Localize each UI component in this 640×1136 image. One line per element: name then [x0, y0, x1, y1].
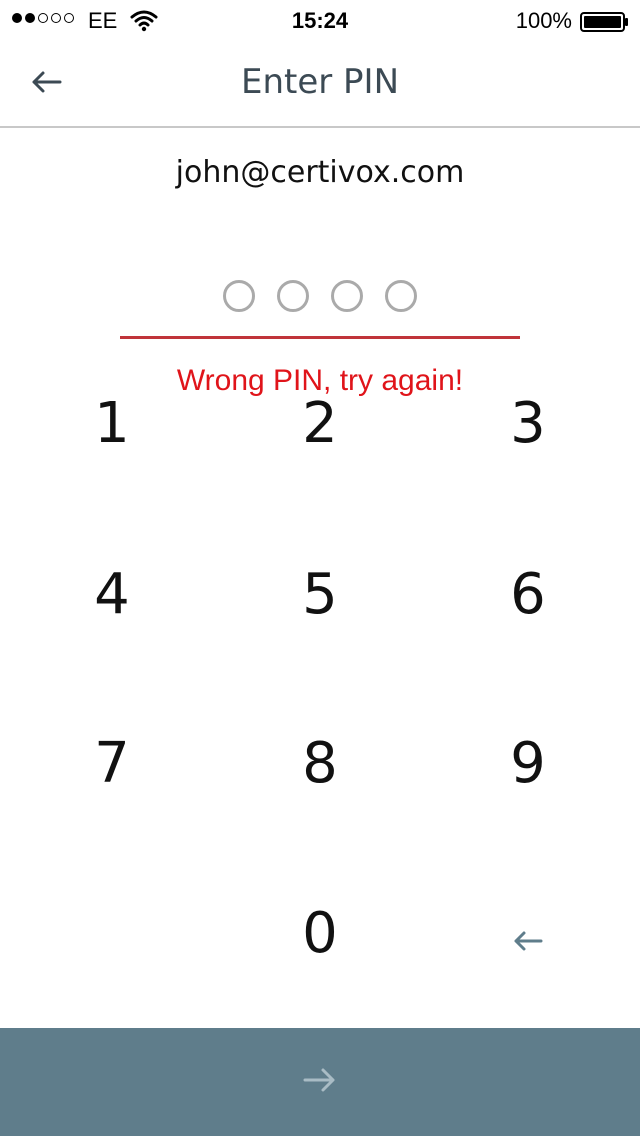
battery-icon — [580, 12, 630, 32]
key-6[interactable]: 6 — [458, 535, 598, 655]
status-bar: EE 15:24 100% — [0, 0, 640, 40]
key-label: 5 — [302, 562, 338, 627]
key-label: 7 — [94, 731, 130, 796]
delete-key[interactable] — [458, 874, 598, 994]
key-label: 6 — [510, 562, 546, 627]
pin-dot — [385, 280, 417, 312]
key-label: 0 — [302, 901, 338, 966]
key-4[interactable]: 4 — [42, 535, 182, 655]
key-1[interactable]: 1 — [42, 364, 182, 484]
key-9[interactable]: 9 — [458, 704, 598, 824]
key-label: 4 — [94, 562, 130, 627]
key-7[interactable]: 7 — [42, 704, 182, 824]
key-8[interactable]: 8 — [250, 704, 390, 824]
pin-entry-screen: EE 15:24 100% Enter PIN john@certivox.co… — [0, 0, 640, 1136]
submit-button[interactable] — [0, 1028, 640, 1136]
key-label: 8 — [302, 731, 338, 796]
page-title: Enter PIN — [240, 62, 400, 102]
arrow-right-icon — [303, 1067, 337, 1097]
key-2[interactable]: 2 — [250, 364, 390, 484]
key-label: 2 — [302, 391, 338, 456]
nav-bar: Enter PIN — [0, 40, 640, 128]
key-3[interactable]: 3 — [458, 364, 598, 484]
key-label: 9 — [510, 731, 546, 796]
key-5[interactable]: 5 — [250, 535, 390, 655]
pin-dot — [223, 280, 255, 312]
account-email: john@certivox.com — [175, 155, 465, 190]
pin-underline — [120, 336, 520, 339]
pin-dot — [331, 280, 363, 312]
key-0[interactable]: 0 — [250, 874, 390, 994]
backspace-arrow-icon — [512, 906, 544, 962]
pin-indicator — [0, 280, 640, 312]
battery-percentage: 100% — [515, 8, 572, 33]
pin-dot — [277, 280, 309, 312]
key-label: 3 — [510, 391, 546, 456]
key-label: 1 — [94, 391, 130, 456]
